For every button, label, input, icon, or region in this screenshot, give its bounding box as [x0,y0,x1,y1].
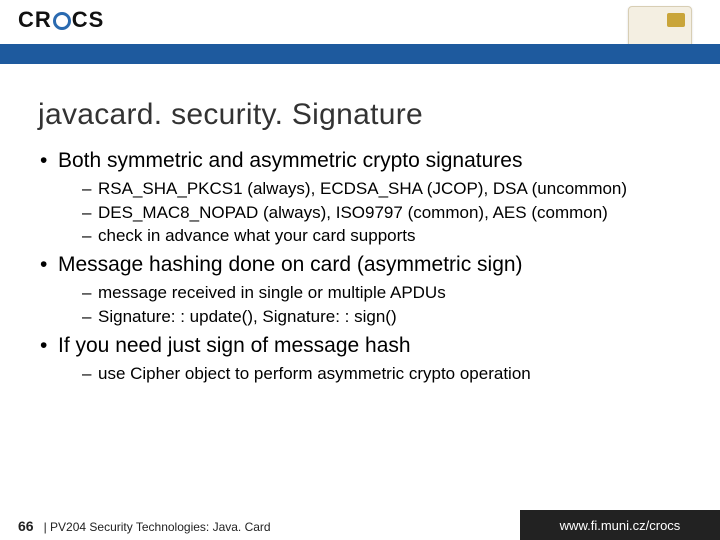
list-item: use Cipher object to perform asymmetric … [82,363,678,384]
bullet-text: If you need just sign of message hash [58,334,411,357]
logo-ring-icon [53,12,71,30]
bullet-text: Message hashing done on card (asymmetric… [58,253,523,276]
bullet-list: Both symmetric and asymmetric crypto sig… [38,148,678,384]
list-item: check in advance what your card supports [82,225,678,246]
logo-text: CR CS [18,7,104,33]
bullet-text: Both symmetric and asymmetric crypto sig… [58,149,522,172]
list-item: Both symmetric and asymmetric crypto sig… [38,148,678,246]
smartcard-icon [628,6,692,48]
list-item: Message hashing done on card (asymmetric… [38,252,678,327]
logo-part-1: CR [18,7,52,33]
list-item: DES_MAC8_NOPAD (always), ISO9797 (common… [82,202,678,223]
crocs-logo: CR CS [18,6,104,34]
footer-course: | PV204 Security Technologies: Java. Car… [44,520,271,534]
chip-contact-icon [667,13,685,27]
slide-title: javacard. security. Signature [38,98,423,132]
slide-number: 66 [18,518,34,534]
list-item: If you need just sign of message hash us… [38,333,678,385]
sub-list: message received in single or multiple A… [82,282,678,327]
sub-list: use Cipher object to perform asymmetric … [82,363,678,384]
footer: 66 | PV204 Security Technologies: Java. … [0,510,720,540]
footer-left: 66 | PV204 Security Technologies: Java. … [18,518,271,534]
slide: CR CS javacard. security. Signature Both… [0,0,720,540]
list-item: Signature: : update(), Signature: : sign… [82,306,678,327]
header-stripe [0,44,720,64]
list-item: message received in single or multiple A… [82,282,678,303]
slide-content: Both symmetric and asymmetric crypto sig… [38,148,678,390]
footer-site: www.fi.muni.cz/crocs [520,510,720,540]
sub-list: RSA_SHA_PKCS1 (always), ECDSA_SHA (JCOP)… [82,178,678,246]
list-item: RSA_SHA_PKCS1 (always), ECDSA_SHA (JCOP)… [82,178,678,199]
logo-part-2: CS [72,7,105,33]
header-bar: CR CS [0,0,720,44]
